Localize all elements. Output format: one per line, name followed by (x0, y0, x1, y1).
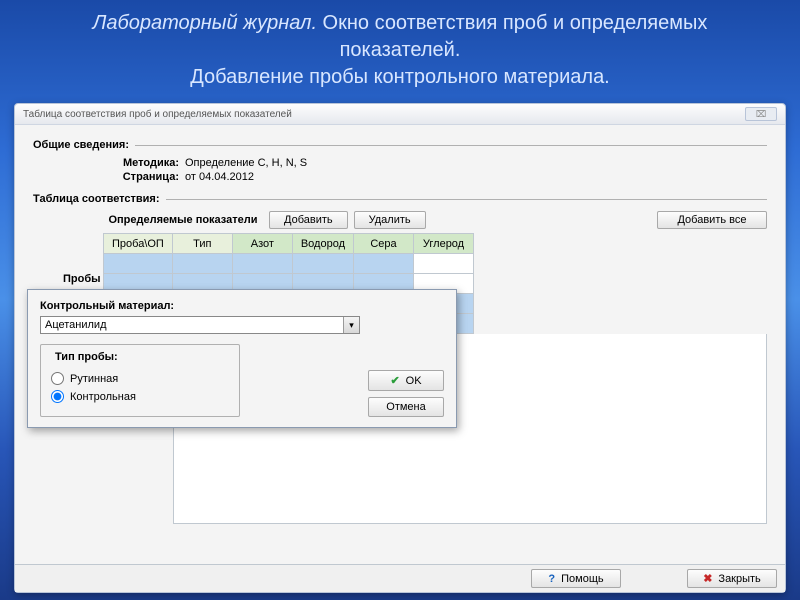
general-section-text: Общие сведения: (33, 139, 129, 151)
check-icon: ✔ (390, 374, 399, 387)
cancel-button[interactable]: Отмена (368, 397, 444, 417)
radio-routine-input[interactable] (51, 372, 64, 385)
help-label: Помощь (561, 573, 604, 585)
corr-section-label: Таблица соответствия: (33, 193, 767, 205)
page-key: Страница: (105, 171, 185, 183)
dialog-buttons: ✔ OK Отмена (362, 370, 444, 417)
titlebar: Таблица соответствия проб и определяемых… (15, 104, 785, 125)
chevron-down-icon[interactable]: ▾ (343, 317, 359, 333)
probes-label: Пробы (63, 273, 101, 285)
radio-control-input[interactable] (51, 390, 64, 403)
col-sera[interactable]: Сера (354, 234, 414, 254)
close-label: Закрыть (718, 573, 760, 585)
slide-title-strong: Лабораторный журнал. (93, 12, 317, 34)
col-uglerod[interactable]: Углерод (414, 234, 474, 254)
method-row: Методика: Определение C, H, N, S (105, 157, 767, 169)
material-label: Контрольный материал: (40, 300, 444, 312)
slide-title-line2: Добавление пробы контрольного материала. (190, 66, 610, 88)
window-content: Общие сведения: Методика: Определение C,… (15, 125, 785, 563)
radio-control[interactable]: Контрольная (51, 390, 229, 403)
close-icon[interactable]: ⌧ (745, 107, 777, 121)
help-button[interactable]: ? Помощь (531, 569, 621, 588)
window-title: Таблица соответствия проб и определяемых… (23, 109, 292, 120)
ok-button[interactable]: ✔ OK (368, 370, 444, 391)
radio-routine[interactable]: Рутинная (51, 372, 229, 385)
divider (166, 199, 767, 200)
col-azot[interactable]: Азот (232, 234, 292, 254)
method-value: Определение C, H, N, S (185, 157, 307, 169)
slide-title: Лабораторный журнал. Окно соответствия п… (0, 0, 800, 103)
material-input[interactable] (41, 317, 343, 333)
bottom-bar: ? Помощь ✖ Закрыть (15, 564, 785, 592)
defined-indicators-label: Определяемые показатели (103, 214, 263, 226)
cancel-label: Отмена (386, 401, 425, 413)
table-row[interactable] (104, 254, 474, 274)
slide-title-rest1: Окно соответствия проб и определяемых по… (317, 12, 707, 61)
col-vodorod[interactable]: Водород (292, 234, 353, 254)
main-window: Таблица соответствия проб и определяемых… (14, 103, 786, 593)
ok-label: OK (406, 375, 422, 387)
corr-section-text: Таблица соответствия: (33, 193, 160, 205)
radio-routine-label: Рутинная (70, 373, 118, 385)
close-x-icon: ✖ (703, 572, 712, 585)
general-section-label: Общие сведения: (33, 139, 767, 151)
method-key: Методика: (105, 157, 185, 169)
toolbar-row: Определяемые показатели Добавить Удалить… (33, 211, 767, 229)
divider (135, 145, 767, 146)
help-icon: ? (548, 573, 555, 585)
page-row: Страница: от 04.04.2012 (105, 171, 767, 183)
close-button[interactable]: ✖ Закрыть (687, 569, 777, 588)
radio-control-label: Контрольная (70, 391, 136, 403)
probe-type-fieldset: Тип пробы: Рутинная Контрольная (40, 344, 240, 417)
page-value: от 04.04.2012 (185, 171, 254, 183)
add-button[interactable]: Добавить (269, 211, 348, 229)
material-combobox[interactable]: ▾ (40, 316, 360, 334)
add-probe-dialog: Контрольный материал: ▾ Тип пробы: Рутин… (27, 289, 457, 428)
delete-button[interactable]: Удалить (354, 211, 426, 229)
add-all-button[interactable]: Добавить все (657, 211, 767, 229)
probe-type-legend: Тип пробы: (51, 351, 122, 363)
col-proba-op[interactable]: Проба\ОП (104, 234, 173, 254)
table-header-row: Проба\ОП Тип Азот Водород Сера Углерод (104, 234, 474, 254)
col-type[interactable]: Тип (172, 234, 232, 254)
